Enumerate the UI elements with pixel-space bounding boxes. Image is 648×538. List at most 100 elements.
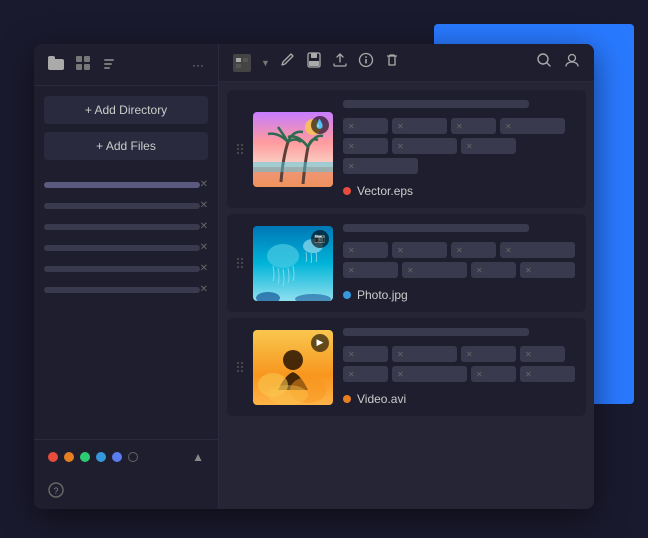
blue2-dot[interactable] [112,452,122,462]
more-icon[interactable]: ··· [192,58,204,72]
tag[interactable]: ✕ [402,262,467,278]
tag-remove[interactable]: ✕ [476,370,483,379]
toolbar-right [536,52,580,73]
tag-remove[interactable]: ✕ [397,370,404,379]
save-icon[interactable] [306,52,322,73]
info-icon[interactable] [358,52,374,73]
green-dot[interactable] [80,452,90,462]
edit-icon[interactable] [280,53,296,72]
upload-icon[interactable] [332,52,348,73]
tag[interactable]: ✕ [471,366,516,382]
tag[interactable]: ✕ [343,158,418,174]
tag-remove[interactable]: ✕ [348,350,355,359]
expand-icon[interactable]: ▲ [192,450,204,464]
close-icon[interactable]: ✕ [200,221,208,232]
tag-remove[interactable]: ✕ [525,350,532,359]
tag[interactable]: ✕ [471,262,516,278]
tag[interactable]: ✕ [451,118,496,134]
list-item[interactable]: ✕ [34,237,218,258]
tag[interactable]: ✕ [461,138,516,154]
blue-dot[interactable] [96,452,106,462]
color-filter-dots [48,452,138,462]
tag[interactable]: ✕ [451,242,496,258]
tag[interactable]: ✕ [392,138,457,154]
tag[interactable]: ✕ [343,138,388,154]
file-thumbnail-vector: 💧 [253,112,333,187]
add-files-button[interactable]: + Add Files [44,132,208,160]
tag-remove[interactable]: ✕ [397,350,404,359]
file-name: Video.avi [357,392,406,406]
text-icon[interactable] [102,56,116,73]
status-dot-red [343,187,351,195]
tag[interactable]: ✕ [392,346,457,362]
add-directory-button[interactable]: + Add Directory [44,96,208,124]
list-item[interactable]: ✕ [34,174,218,195]
tag[interactable]: ✕ [343,118,388,134]
tag[interactable]: ✕ [343,366,388,382]
list-item[interactable]: ✕ [34,216,218,237]
list-item[interactable]: ✕ [34,258,218,279]
tag[interactable]: ✕ [520,346,565,362]
tag-remove[interactable]: ✕ [407,266,414,275]
tag-remove[interactable]: ✕ [348,370,355,379]
list-item[interactable]: ✕ [34,195,218,216]
empty-dot[interactable] [128,452,138,462]
file-name: Photo.jpg [357,288,408,302]
tag-remove[interactable]: ✕ [466,350,473,359]
tag-remove[interactable]: ✕ [456,122,463,131]
sidebar-file-list: ✕ ✕ ✕ ✕ ✕ [34,170,218,439]
tag[interactable]: ✕ [392,242,447,258]
tag-remove[interactable]: ✕ [525,266,532,275]
tag[interactable]: ✕ [500,242,575,258]
tag-remove[interactable]: ✕ [348,122,355,131]
drag-handle[interactable] [237,144,243,154]
tag[interactable]: ✕ [392,366,467,382]
tag-remove[interactable]: ✕ [348,266,355,275]
tag-remove[interactable]: ✕ [505,122,512,131]
sidebar-item-bar [44,266,200,272]
file-item-video: ▶ ✕ ✕ ✕ ✕ ✕ [227,318,586,416]
delete-icon[interactable] [384,52,400,73]
tag-remove[interactable]: ✕ [505,246,512,255]
close-icon[interactable]: ✕ [200,179,208,190]
tag-remove[interactable]: ✕ [397,142,404,151]
user-icon[interactable] [564,52,580,73]
title-placeholder [343,328,529,336]
tag-remove[interactable]: ✕ [456,246,463,255]
folder-icon[interactable] [48,56,64,73]
tag-remove[interactable]: ✕ [525,370,532,379]
close-icon[interactable]: ✕ [200,263,208,274]
tag-remove[interactable]: ✕ [397,122,404,131]
tag[interactable]: ✕ [343,242,388,258]
tag[interactable]: ✕ [500,118,565,134]
status-dot-blue [343,291,351,299]
tag[interactable]: ✕ [343,346,388,362]
tag[interactable]: ✕ [461,346,516,362]
close-icon[interactable]: ✕ [200,284,208,295]
close-icon[interactable]: ✕ [200,242,208,253]
help-button[interactable]: ? [34,474,218,509]
tag[interactable]: ✕ [520,262,575,278]
tag-remove[interactable]: ✕ [348,162,355,171]
tag-remove[interactable]: ✕ [348,246,355,255]
list-item[interactable]: ✕ [34,279,218,300]
status-dot-orange [343,395,351,403]
search-icon[interactable] [536,52,552,73]
tag-remove[interactable]: ✕ [397,246,404,255]
tags-row: ✕ ✕ ✕ ✕ [343,346,576,362]
chevron-down-icon[interactable]: ▼ [261,58,270,68]
thumbnail-size-selector[interactable] [233,54,251,72]
drag-handle[interactable] [237,362,243,372]
tag-remove[interactable]: ✕ [466,142,473,151]
tag[interactable]: ✕ [343,262,398,278]
tag[interactable]: ✕ [520,366,575,382]
tag[interactable]: ✕ [392,118,447,134]
tags-area: ✕ ✕ ✕ ✕ ✕ ✕ ✕ ✕ [343,346,576,382]
close-icon[interactable]: ✕ [200,200,208,211]
tag-remove[interactable]: ✕ [476,266,483,275]
orange-dot[interactable] [64,452,74,462]
drag-handle[interactable] [237,258,243,268]
tag-remove[interactable]: ✕ [348,142,355,151]
grid-icon[interactable] [76,56,90,73]
red-dot[interactable] [48,452,58,462]
